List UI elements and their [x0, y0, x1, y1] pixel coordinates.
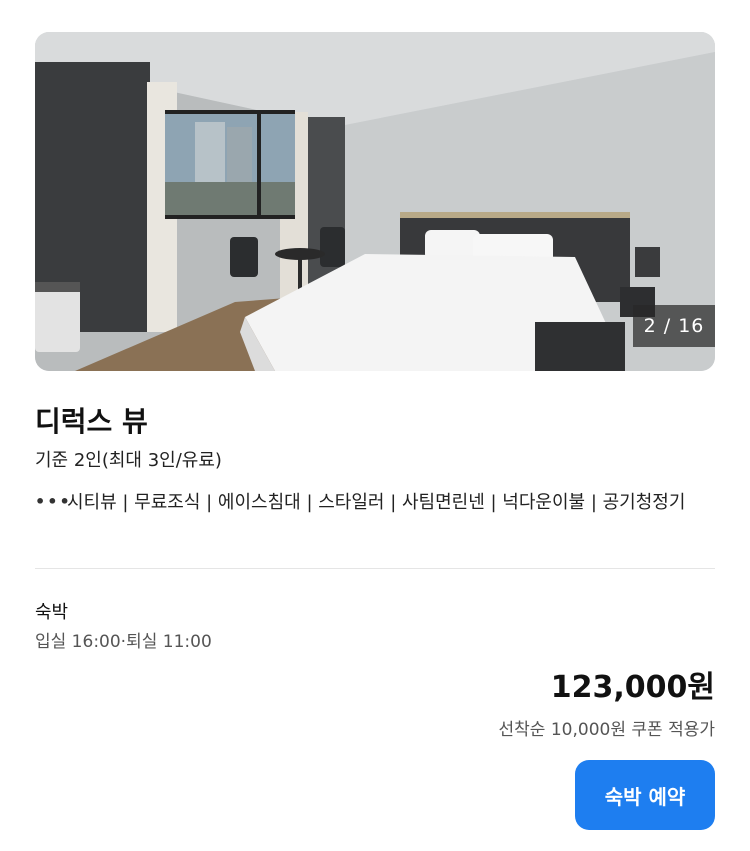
photo-counter: 2 / 16 — [633, 305, 715, 347]
more-dots-icon: ••• — [35, 492, 72, 511]
section-divider — [35, 568, 715, 569]
amenities-list: 시티뷰 | 무료조식 | 에이스침대 | 스타일러 | 사팀면린넨 | 넉다운이… — [67, 492, 686, 513]
amenities-row[interactable]: ••• 시티뷰 | 무료조식 | 에이스침대 | 스타일러 | 사팀면린넨 | … — [35, 491, 715, 515]
stay-type-label: 숙박 — [35, 602, 69, 623]
room-photo[interactable]: 2 / 16 — [35, 32, 715, 371]
hotel-room-image — [35, 32, 715, 371]
room-price: 123,000원 — [550, 670, 715, 705]
room-capacity: 기준 2인(최대 3인/유료) — [35, 450, 222, 471]
room-title: 디럭스 뷰 — [35, 405, 148, 438]
coupon-note: 선착순 10,000원 쿠폰 적용가 — [498, 720, 715, 740]
checkin-checkout-times: 입실 16:00·퇴실 11:00 — [35, 632, 212, 652]
reserve-button[interactable]: 숙박 예약 — [575, 760, 715, 830]
